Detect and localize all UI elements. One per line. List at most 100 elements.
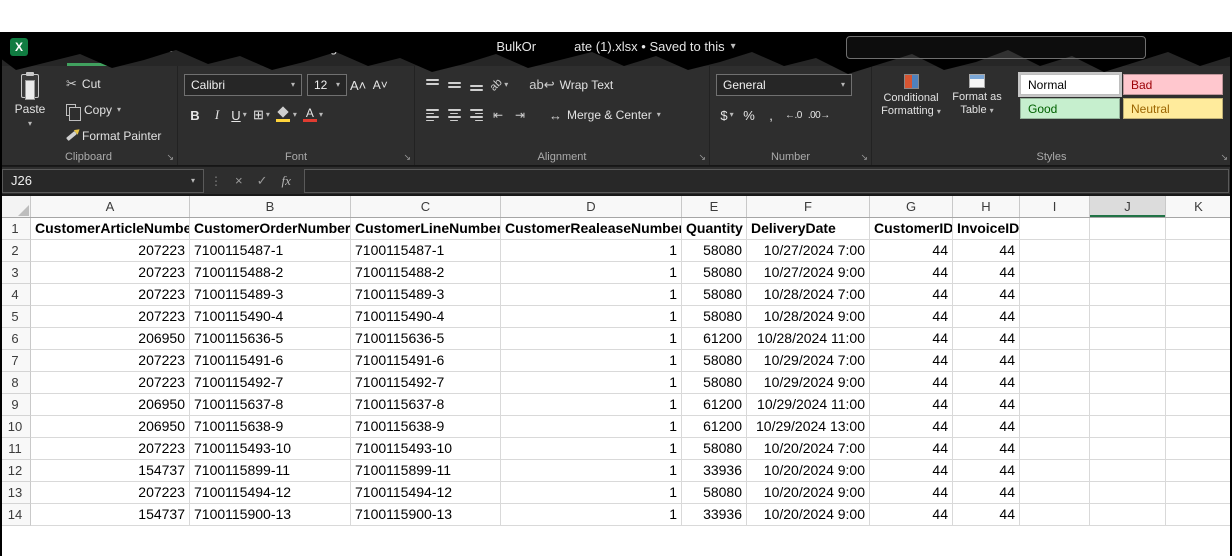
cell-A7[interactable]: 207223 <box>31 350 190 372</box>
cell-C3[interactable]: 7100115488-2 <box>351 262 501 284</box>
column-header-E[interactable]: E <box>682 196 747 217</box>
cell-A6[interactable]: 206950 <box>31 328 190 350</box>
cell-H12[interactable]: 44 <box>953 460 1020 482</box>
cell-H2[interactable]: 44 <box>953 240 1020 262</box>
cell-K8[interactable] <box>1166 372 1232 394</box>
cancel-button[interactable]: × <box>228 173 250 188</box>
paste-button[interactable]: Paste ▾ <box>6 72 54 148</box>
cell-A2[interactable]: 207223 <box>31 240 190 262</box>
cell-F8[interactable]: 10/29/2024 9:00 <box>747 372 870 394</box>
cell-A11[interactable]: 207223 <box>31 438 190 460</box>
cell-A12[interactable]: 154737 <box>31 460 190 482</box>
cell-H8[interactable]: 44 <box>953 372 1020 394</box>
cell-H13[interactable]: 44 <box>953 482 1020 504</box>
cell-C1[interactable]: CustomerLineNumber <box>351 218 501 240</box>
title-chevron-down-icon[interactable]: ▾ <box>731 41 736 52</box>
cell-C11[interactable]: 7100115493-10 <box>351 438 501 460</box>
cell-H7[interactable]: 44 <box>953 350 1020 372</box>
increase-indent-button[interactable]: ⇥ <box>509 104 531 126</box>
cell-D10[interactable]: 1 <box>501 416 682 438</box>
cell-A5[interactable]: 207223 <box>31 306 190 328</box>
row-header-9[interactable]: 9 <box>0 394 31 416</box>
align-center-button[interactable] <box>443 104 465 126</box>
cell-E6[interactable]: 61200 <box>682 328 747 350</box>
insert-function-button[interactable]: fx <box>275 173 298 189</box>
cell-B4[interactable]: 7100115489-3 <box>190 284 351 306</box>
cell-B13[interactable]: 7100115494-12 <box>190 482 351 504</box>
merge-center-chevron-icon[interactable]: ▾ <box>657 111 661 119</box>
cell-H11[interactable]: 44 <box>953 438 1020 460</box>
cell-A8[interactable]: 207223 <box>31 372 190 394</box>
cell-F13[interactable]: 10/20/2024 9:00 <box>747 482 870 504</box>
underline-chevron-icon[interactable]: ▾ <box>243 111 247 119</box>
borders-chevron-icon[interactable]: ▾ <box>266 111 270 119</box>
cell-C6[interactable]: 7100115636-5 <box>351 328 501 350</box>
cell-D7[interactable]: 1 <box>501 350 682 372</box>
cell-J1[interactable] <box>1090 218 1166 240</box>
cell-H6[interactable]: 44 <box>953 328 1020 350</box>
number-format-chevron-icon[interactable]: ▾ <box>841 81 845 89</box>
decrease-decimal-button[interactable]: .00→ <box>805 104 833 126</box>
cell-I9[interactable] <box>1020 394 1090 416</box>
cell-B1[interactable]: CustomerOrderNumber <box>190 218 351 240</box>
cell-C7[interactable]: 7100115491-6 <box>351 350 501 372</box>
borders-button[interactable]: ⊞ ▾ <box>250 104 273 126</box>
cut-button[interactable]: ✂ Cut <box>62 72 165 96</box>
cell-H3[interactable]: 44 <box>953 262 1020 284</box>
column-header-K[interactable]: K <box>1166 196 1232 217</box>
cell-K5[interactable] <box>1166 306 1232 328</box>
comma-style-button[interactable]: , <box>760 104 782 126</box>
cell-B11[interactable]: 7100115493-10 <box>190 438 351 460</box>
font-name-chevron-icon[interactable]: ▾ <box>291 81 295 89</box>
column-header-H[interactable]: H <box>953 196 1020 217</box>
cell-E10[interactable]: 61200 <box>682 416 747 438</box>
cell-E8[interactable]: 58080 <box>682 372 747 394</box>
column-header-B[interactable]: B <box>190 196 351 217</box>
row-header-1[interactable]: 1 <box>0 218 31 240</box>
cell-D2[interactable]: 1 <box>501 240 682 262</box>
accounting-format-button[interactable]: $ ▾ <box>716 104 738 126</box>
cell-H9[interactable]: 44 <box>953 394 1020 416</box>
cell-D1[interactable]: CustomerRealeaseNumber <box>501 218 682 240</box>
cell-E2[interactable]: 58080 <box>682 240 747 262</box>
cell-K10[interactable] <box>1166 416 1232 438</box>
cell-J6[interactable] <box>1090 328 1166 350</box>
cell-E3[interactable]: 58080 <box>682 262 747 284</box>
styles-dialog-launcher-icon[interactable]: ↘ <box>1220 153 1228 162</box>
cell-H10[interactable]: 44 <box>953 416 1020 438</box>
format-painter-button[interactable]: Format Painter <box>62 124 165 148</box>
cell-style-good[interactable]: Good <box>1020 98 1120 119</box>
cell-G6[interactable]: 44 <box>870 328 953 350</box>
cell-I11[interactable] <box>1020 438 1090 460</box>
cell-F10[interactable]: 10/29/2024 13:00 <box>747 416 870 438</box>
cell-B9[interactable]: 7100115637-8 <box>190 394 351 416</box>
cell-C9[interactable]: 7100115637-8 <box>351 394 501 416</box>
cell-E14[interactable]: 33936 <box>682 504 747 526</box>
row-header-2[interactable]: 2 <box>0 240 31 262</box>
cell-F7[interactable]: 10/29/2024 7:00 <box>747 350 870 372</box>
cell-G12[interactable]: 44 <box>870 460 953 482</box>
cell-D5[interactable]: 1 <box>501 306 682 328</box>
cell-H5[interactable]: 44 <box>953 306 1020 328</box>
cell-E11[interactable]: 58080 <box>682 438 747 460</box>
cell-G2[interactable]: 44 <box>870 240 953 262</box>
column-header-G[interactable]: G <box>870 196 953 217</box>
cell-J13[interactable] <box>1090 482 1166 504</box>
cell-E13[interactable]: 58080 <box>682 482 747 504</box>
cell-J11[interactable] <box>1090 438 1166 460</box>
name-box-chevron-icon[interactable]: ▾ <box>191 177 195 185</box>
cell-C10[interactable]: 7100115638-9 <box>351 416 501 438</box>
cell-F5[interactable]: 10/28/2024 9:00 <box>747 306 870 328</box>
row-header-11[interactable]: 11 <box>0 438 31 460</box>
row-header-6[interactable]: 6 <box>0 328 31 350</box>
cell-C4[interactable]: 7100115489-3 <box>351 284 501 306</box>
cell-E9[interactable]: 61200 <box>682 394 747 416</box>
row-header-3[interactable]: 3 <box>0 262 31 284</box>
font-color-chevron-icon[interactable]: ▾ <box>319 111 323 119</box>
cell-G10[interactable]: 44 <box>870 416 953 438</box>
cell-G11[interactable]: 44 <box>870 438 953 460</box>
cell-K12[interactable] <box>1166 460 1232 482</box>
row-header-8[interactable]: 8 <box>0 372 31 394</box>
decrease-indent-button[interactable]: ⇤ <box>487 104 509 126</box>
cell-style-normal[interactable]: Normal <box>1020 74 1120 95</box>
